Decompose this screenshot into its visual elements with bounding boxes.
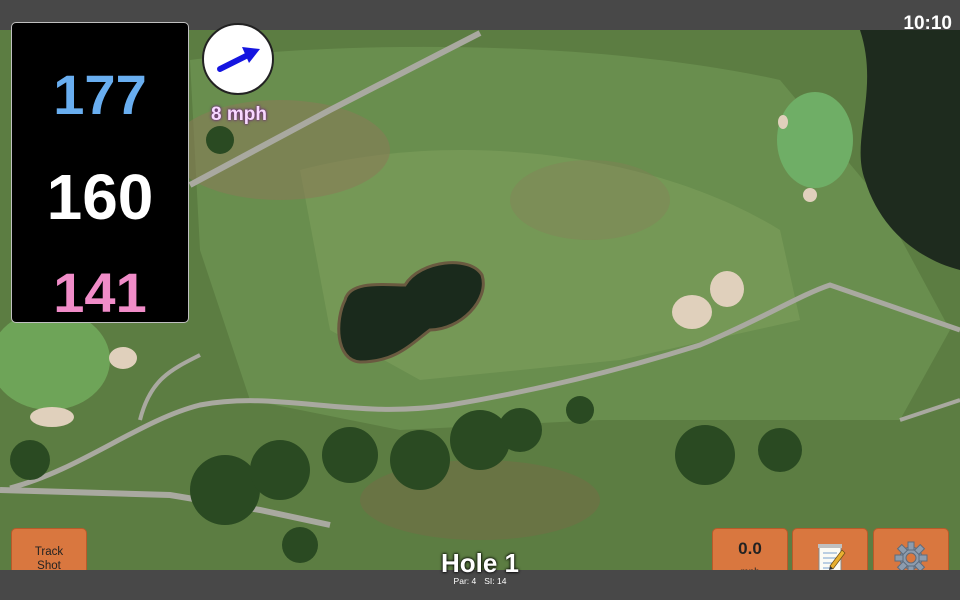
arrow-icon bbox=[217, 47, 260, 72]
wind-speed: 8 mph bbox=[211, 104, 267, 125]
hole-par: Par: 4 bbox=[453, 576, 477, 586]
distance-panel: 177 160 141 bbox=[11, 22, 189, 324]
hole-title: Hole 1 bbox=[440, 548, 520, 578]
middle-distance: 160 bbox=[46, 161, 154, 233]
clock: 10:10 bbox=[903, 13, 952, 34]
hole-stroke-index: SI: 14 bbox=[484, 576, 507, 586]
wind-indicator bbox=[202, 23, 274, 95]
hole-info: Par: 4 SI: 14 bbox=[380, 576, 580, 586]
speed-value: 0.0 bbox=[738, 539, 762, 558]
back-distance: 177 bbox=[53, 63, 147, 126]
track-shot-label-line1: Track bbox=[34, 546, 64, 558]
front-distance: 141 bbox=[53, 261, 147, 324]
